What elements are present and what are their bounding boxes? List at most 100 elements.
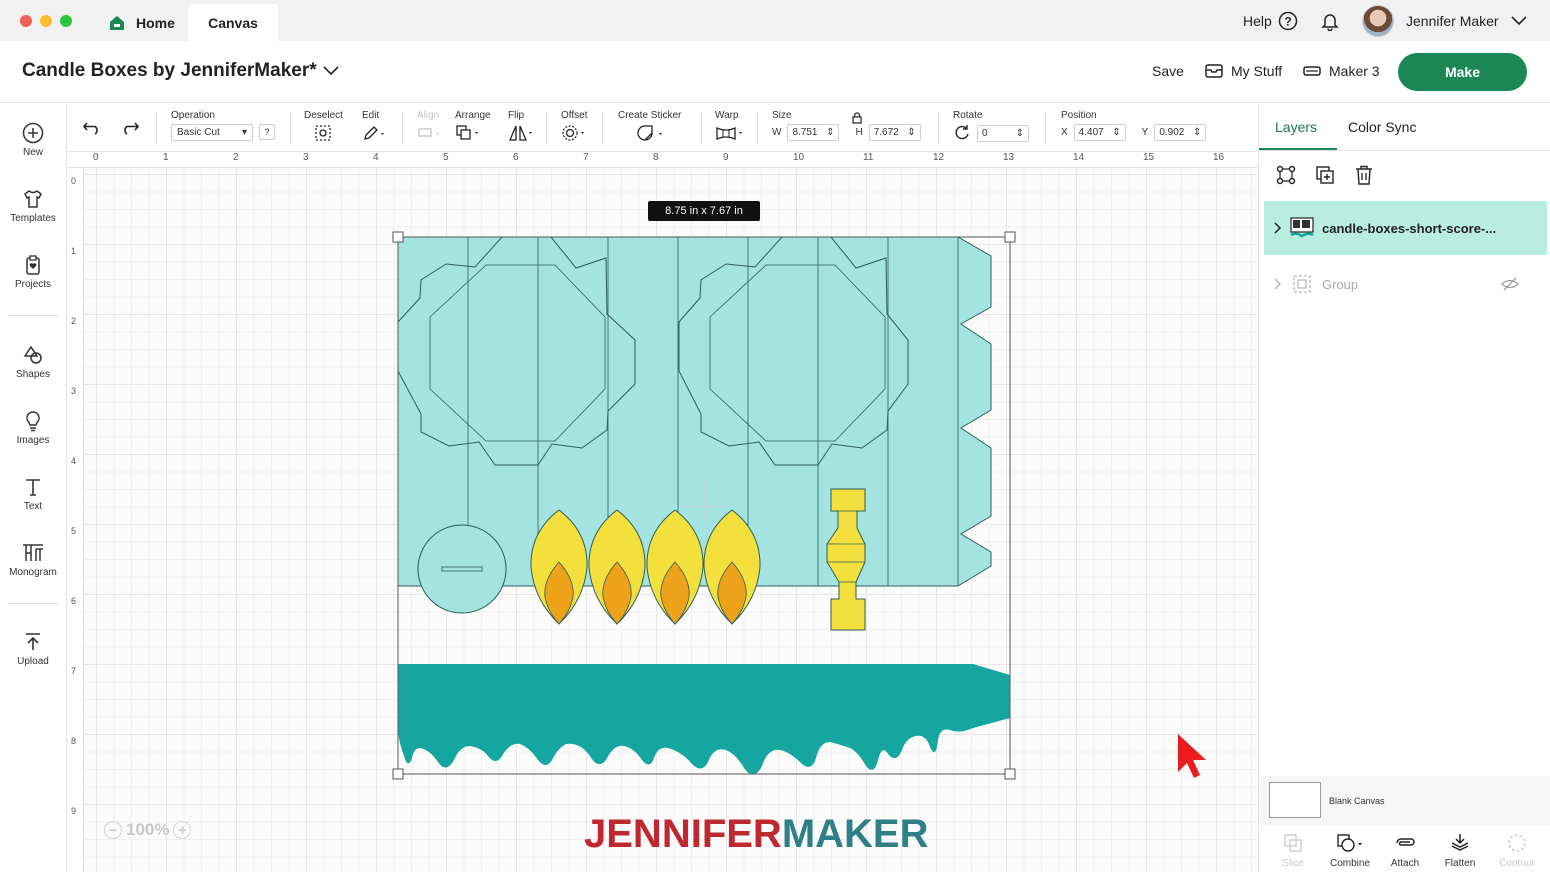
edit-button[interactable]: Edit [362,110,388,145]
toolbar-divider [290,112,291,144]
toolbar-divider [938,112,939,144]
window-close-button[interactable] [20,15,32,27]
operation-select[interactable]: Basic Cut ▾ [171,124,253,141]
duplicate-icon[interactable] [1314,164,1336,186]
window-maximize-button[interactable] [60,15,72,27]
notifications-button[interactable] [1320,0,1340,41]
group-layer-icon [1293,275,1311,293]
lock-icon[interactable] [852,112,862,124]
group-icon[interactable] [1275,164,1297,186]
inbox-icon [1205,64,1223,78]
rotate-input[interactable]: 0 ⇕ [977,124,1029,142]
sidebar-item-upload[interactable]: Upload [0,631,66,667]
offset-button[interactable]: Offset [561,110,591,145]
y-axis-label: Y [1141,127,1149,138]
deselect-button[interactable]: Deselect [304,110,343,145]
tab-canvas[interactable]: Canvas [188,4,278,41]
design-canvas[interactable]: 0 1 2 3 4 5 6 7 8 9 10 11 12 13 14 15 16… [68,152,1257,872]
zoom-in-button[interactable]: + [173,821,192,839]
user-menu[interactable]: Jennifer Maker [1362,0,1527,41]
operation-help-button[interactable]: ? [259,124,275,140]
my-stuff-button[interactable]: My Stuff [1205,63,1282,79]
rotate-value: 0 [982,127,988,139]
toolbar-divider [156,112,157,144]
height-input[interactable]: 7.672 ⇕ [868,124,921,141]
make-button[interactable]: Make [1398,53,1527,91]
blank-canvas-layer[interactable]: Blank Canvas [1259,776,1550,826]
slice-button[interactable]: Slice [1265,826,1321,869]
zoom-out-button[interactable]: − [104,821,122,839]
flatten-icon [1451,834,1469,851]
x-input[interactable]: 4.407 ⇕ [1073,124,1126,141]
align-button[interactable]: Align [417,110,443,145]
chevron-down-icon [323,66,339,76]
sidebar-item-projects[interactable]: Projects [0,254,66,290]
layer-item-design[interactable]: candle-boxes-short-score-... [1264,201,1547,255]
project-header: Candle Boxes by JenniferMaker* Save My S… [0,41,1550,103]
create-sticker-button[interactable]: Create Sticker [618,110,681,145]
tab-layers[interactable]: Layers [1275,119,1317,135]
resize-handle[interactable] [392,231,404,243]
toolbar-divider [546,112,547,144]
candle-lid-circle[interactable] [417,524,507,614]
flatten-button[interactable]: Flatten [1432,826,1488,869]
wax-drip-piece[interactable] [398,664,1010,775]
stepper-icon: ⇕ [907,127,916,138]
chevron-right-icon[interactable] [1274,278,1282,290]
create-sticker-label: Create Sticker [618,110,682,121]
arrange-label: Arrange [455,110,491,121]
resize-handle[interactable] [1004,231,1016,243]
undo-icon[interactable] [82,121,102,135]
eye-hidden-icon[interactable] [1501,277,1519,291]
sidebar-item-shapes[interactable]: Shapes [0,344,66,380]
attach-button[interactable]: Attach [1377,826,1433,869]
toolbar-divider [602,112,603,144]
blank-canvas-swatch [1269,782,1321,818]
window-minimize-button[interactable] [40,15,52,27]
stepper-icon: ⇕ [1192,127,1202,138]
sidebar-item-label: Images [16,435,50,446]
project-title-dropdown[interactable]: Candle Boxes by JenniferMaker* [22,60,339,82]
watermark-logo: JENNIFERMAKER [584,812,928,857]
width-input[interactable]: 8.751 ⇕ [787,124,840,141]
sidebar-item-images[interactable]: Images [0,410,66,446]
contour-button[interactable]: Contour [1489,826,1545,869]
layer-item-group[interactable]: Group [1264,269,1547,299]
resize-handle[interactable] [392,768,404,780]
sidebar-item-new[interactable]: New [0,122,66,158]
tab-home[interactable]: Home [96,4,187,41]
stepper-icon: ⇕ [1015,127,1024,139]
sidebar-item-templates[interactable]: Templates [0,188,66,224]
flip-button[interactable]: Flip [508,110,536,145]
tab-color-sync[interactable]: Color Sync [1348,119,1416,135]
sidebar-item-monogram[interactable]: Monogram [0,542,66,578]
text-icon [26,479,40,496]
operation-value: Basic Cut [177,127,220,138]
redo-icon[interactable] [120,121,140,135]
contour-icon [1508,834,1526,852]
arrange-button[interactable]: Arrange [455,110,491,145]
chevron-right-icon[interactable] [1274,222,1282,234]
stepper-icon: ⇕ [826,127,835,138]
deselect-label: Deselect [304,110,343,121]
height-value: 7.672 [873,127,899,138]
trash-icon[interactable] [1353,164,1375,186]
y-input[interactable]: 0.902 ⇕ [1154,124,1207,141]
sidebar-item-text[interactable]: Text [0,476,66,512]
operation-control: Operation Basic Cut ▾ ? [171,110,275,141]
tab-home-label: Home [136,14,175,31]
combine-button[interactable]: Combine [1322,826,1378,869]
sidebar-item-label: Templates [10,213,56,224]
resize-handle[interactable] [1004,768,1016,780]
warp-button[interactable]: Warp [715,110,747,145]
help-button[interactable]: Help ? [1243,0,1298,41]
rotate-control: Rotate 0 ⇕ [953,110,1029,142]
logo-part-jennifer: JENNIFER [584,812,782,856]
mouse-pointer-icon [1178,734,1206,778]
clipboard-heart-icon [26,255,40,275]
design-artwork[interactable] [68,152,1257,872]
machine-select-button[interactable]: Maker 3 [1303,63,1380,79]
avatar [1362,4,1394,37]
save-button[interactable]: Save [1152,63,1184,79]
candle-holder-piece[interactable] [826,488,866,631]
